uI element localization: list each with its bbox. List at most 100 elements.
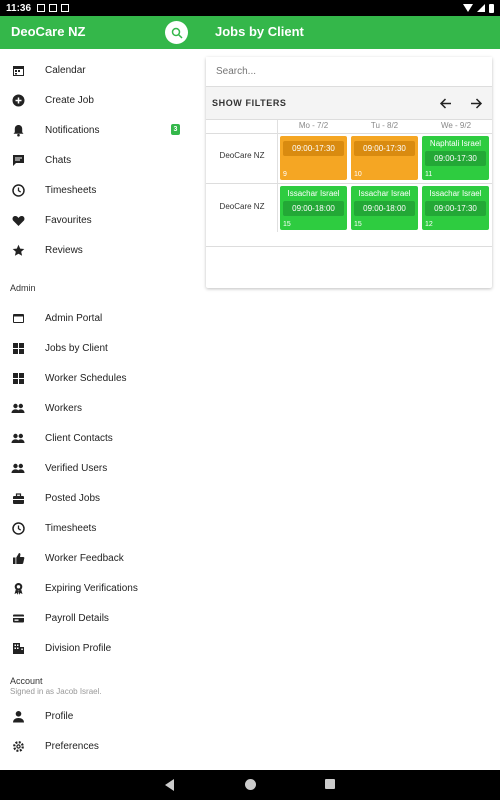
drawer-item-chats[interactable]: Chats	[0, 145, 198, 175]
notification-b-icon	[49, 4, 58, 12]
recent-apps-icon[interactable]	[325, 779, 335, 789]
arrow-left-icon	[439, 97, 451, 109]
notification-c-icon	[61, 4, 70, 12]
row-divider	[206, 246, 492, 247]
drawer-item-label: Workers	[45, 402, 83, 414]
job-number: 15	[283, 221, 291, 228]
drawer-item-label: Chats	[45, 154, 72, 166]
drawer-item-admin-timesheets[interactable]: Timesheets	[0, 513, 198, 543]
app-title: DeoCare NZ	[11, 24, 86, 39]
drawer-item-workers[interactable]: Workers	[0, 393, 198, 423]
drawer-item-favourites[interactable]: Favourites	[0, 205, 198, 235]
row-divider	[206, 183, 492, 184]
previous-week-button[interactable]	[437, 95, 453, 111]
settings-icon	[11, 739, 25, 753]
drawer-item-label: Timesheets	[45, 184, 97, 196]
search-input[interactable]	[206, 57, 492, 87]
drawer-item-label: Payroll Details	[45, 612, 109, 624]
drawer-item-label: Division Profile	[45, 642, 112, 654]
job-number: 9	[283, 171, 287, 178]
job-time: 09:00-17:30	[425, 201, 486, 216]
signal-icon	[477, 4, 485, 12]
client-name: DeoCare NZ	[219, 202, 265, 211]
drawer-item-payroll-details[interactable]: Payroll Details	[0, 603, 198, 633]
next-week-button[interactable]	[468, 95, 484, 111]
portal-icon	[11, 311, 25, 325]
drawer-item-worker-schedules[interactable]: Worker Schedules	[0, 363, 198, 393]
battery-icon	[489, 3, 494, 13]
card-icon	[11, 611, 25, 625]
job-number: 12	[425, 221, 433, 228]
add-circle-icon	[11, 93, 25, 107]
jobs-grid: Mo - 7/2 Tu - 8/2 We - 9/2 DeoCare NZ 09…	[206, 120, 492, 288]
heart-icon	[11, 213, 25, 227]
clock-icon	[11, 521, 25, 535]
drawer-item-preferences[interactable]: Preferences	[0, 731, 198, 761]
drawer-item-verified-users[interactable]: Verified Users	[0, 453, 198, 483]
drawer-item-calendar[interactable]: Calendar	[0, 55, 198, 85]
job-card[interactable]: 09:00-17:30 10	[351, 136, 418, 180]
back-icon[interactable]	[165, 779, 174, 791]
drawer-item-jobs-by-client[interactable]: Jobs by Client	[0, 333, 198, 363]
grid-icon	[11, 371, 25, 385]
job-worker-name: Issachar Israel	[429, 189, 482, 198]
client-name: DeoCare NZ	[219, 151, 265, 160]
job-time: 09:00-18:00	[283, 201, 344, 216]
drawer-item-notifications[interactable]: Notifications 3	[0, 115, 198, 145]
drawer-item-profile[interactable]: Profile	[0, 701, 198, 731]
job-worker-name: Naphtali Israel	[429, 139, 482, 148]
job-number: 15	[354, 221, 362, 228]
notification-a-icon	[37, 4, 46, 12]
building-icon	[11, 641, 25, 655]
home-icon[interactable]	[245, 779, 256, 790]
drawer-item-worker-feedback[interactable]: Worker Feedback	[0, 543, 198, 573]
day-header: We - 9/2	[440, 121, 472, 130]
drawer-item-reviews[interactable]: Reviews	[0, 235, 198, 265]
job-number: 10	[354, 171, 362, 178]
drawer-item-label: Favourites	[45, 214, 92, 226]
drawer-item-label: Profile	[45, 710, 74, 722]
briefcase-icon	[11, 491, 25, 505]
drawer-item-division-profile[interactable]: Division Profile	[0, 633, 198, 663]
day-header: Mo - 7/2	[298, 121, 329, 130]
job-card[interactable]: Issachar Israel 09:00-18:00 15	[280, 186, 347, 230]
drawer-item-admin-portal[interactable]: Admin Portal	[0, 303, 198, 333]
drawer-item-label: Calendar	[45, 64, 86, 76]
job-card[interactable]: Naphtali Israel 09:00-17:30 11	[422, 136, 489, 180]
account-section-label: Account	[10, 676, 43, 686]
day-header: Tu - 8/2	[370, 121, 399, 130]
drawer-item-label: Client Contacts	[45, 432, 113, 444]
drawer-item-label: Notifications	[45, 124, 100, 136]
people-icon	[11, 401, 25, 415]
drawer-item-expiring-verifications[interactable]: Expiring Verifications	[0, 573, 198, 603]
chat-icon	[11, 153, 25, 167]
drawer-item-create-job[interactable]: Create Job	[0, 85, 198, 115]
drawer-item-label: Admin Portal	[45, 312, 103, 324]
navigation-drawer: Calendar Create Job Notifications 3 Chat…	[0, 49, 198, 770]
clock-icon	[11, 183, 25, 197]
drawer-item-label: Create Job	[45, 94, 94, 106]
grid-icon	[11, 341, 25, 355]
search-button[interactable]	[165, 21, 188, 44]
drawer-item-label: Expiring Verifications	[45, 582, 138, 594]
bell-icon	[11, 123, 25, 137]
job-card[interactable]: 09:00-17:30 9	[280, 136, 347, 180]
system-navigation-bar	[0, 770, 500, 800]
column-divider	[277, 120, 278, 232]
drawer-item-label: Preferences	[45, 740, 99, 752]
drawer-item-posted-jobs[interactable]: Posted Jobs	[0, 483, 198, 513]
job-card[interactable]: Issachar Israel 09:00-18:00 15	[351, 186, 418, 230]
jobs-card: SHOW FILTERS Mo - 7/2 Tu - 8/2 We - 9/2 …	[206, 57, 492, 288]
admin-section-label: Admin	[10, 283, 36, 293]
drawer-item-timesheets[interactable]: Timesheets	[0, 175, 198, 205]
drawer-item-label: Verified Users	[45, 462, 108, 474]
job-time: 09:00-17:30	[354, 141, 415, 156]
status-bar: 11:36	[0, 0, 500, 16]
wifi-icon	[463, 4, 473, 12]
job-time: 09:00-18:00	[354, 201, 415, 216]
drawer-item-client-contacts[interactable]: Client Contacts	[0, 423, 198, 453]
calendar-icon	[11, 63, 25, 77]
show-filters-button[interactable]: SHOW FILTERS	[212, 98, 287, 108]
job-card[interactable]: Issachar Israel 09:00-17:30 12	[422, 186, 489, 230]
job-number: 11	[425, 171, 433, 178]
